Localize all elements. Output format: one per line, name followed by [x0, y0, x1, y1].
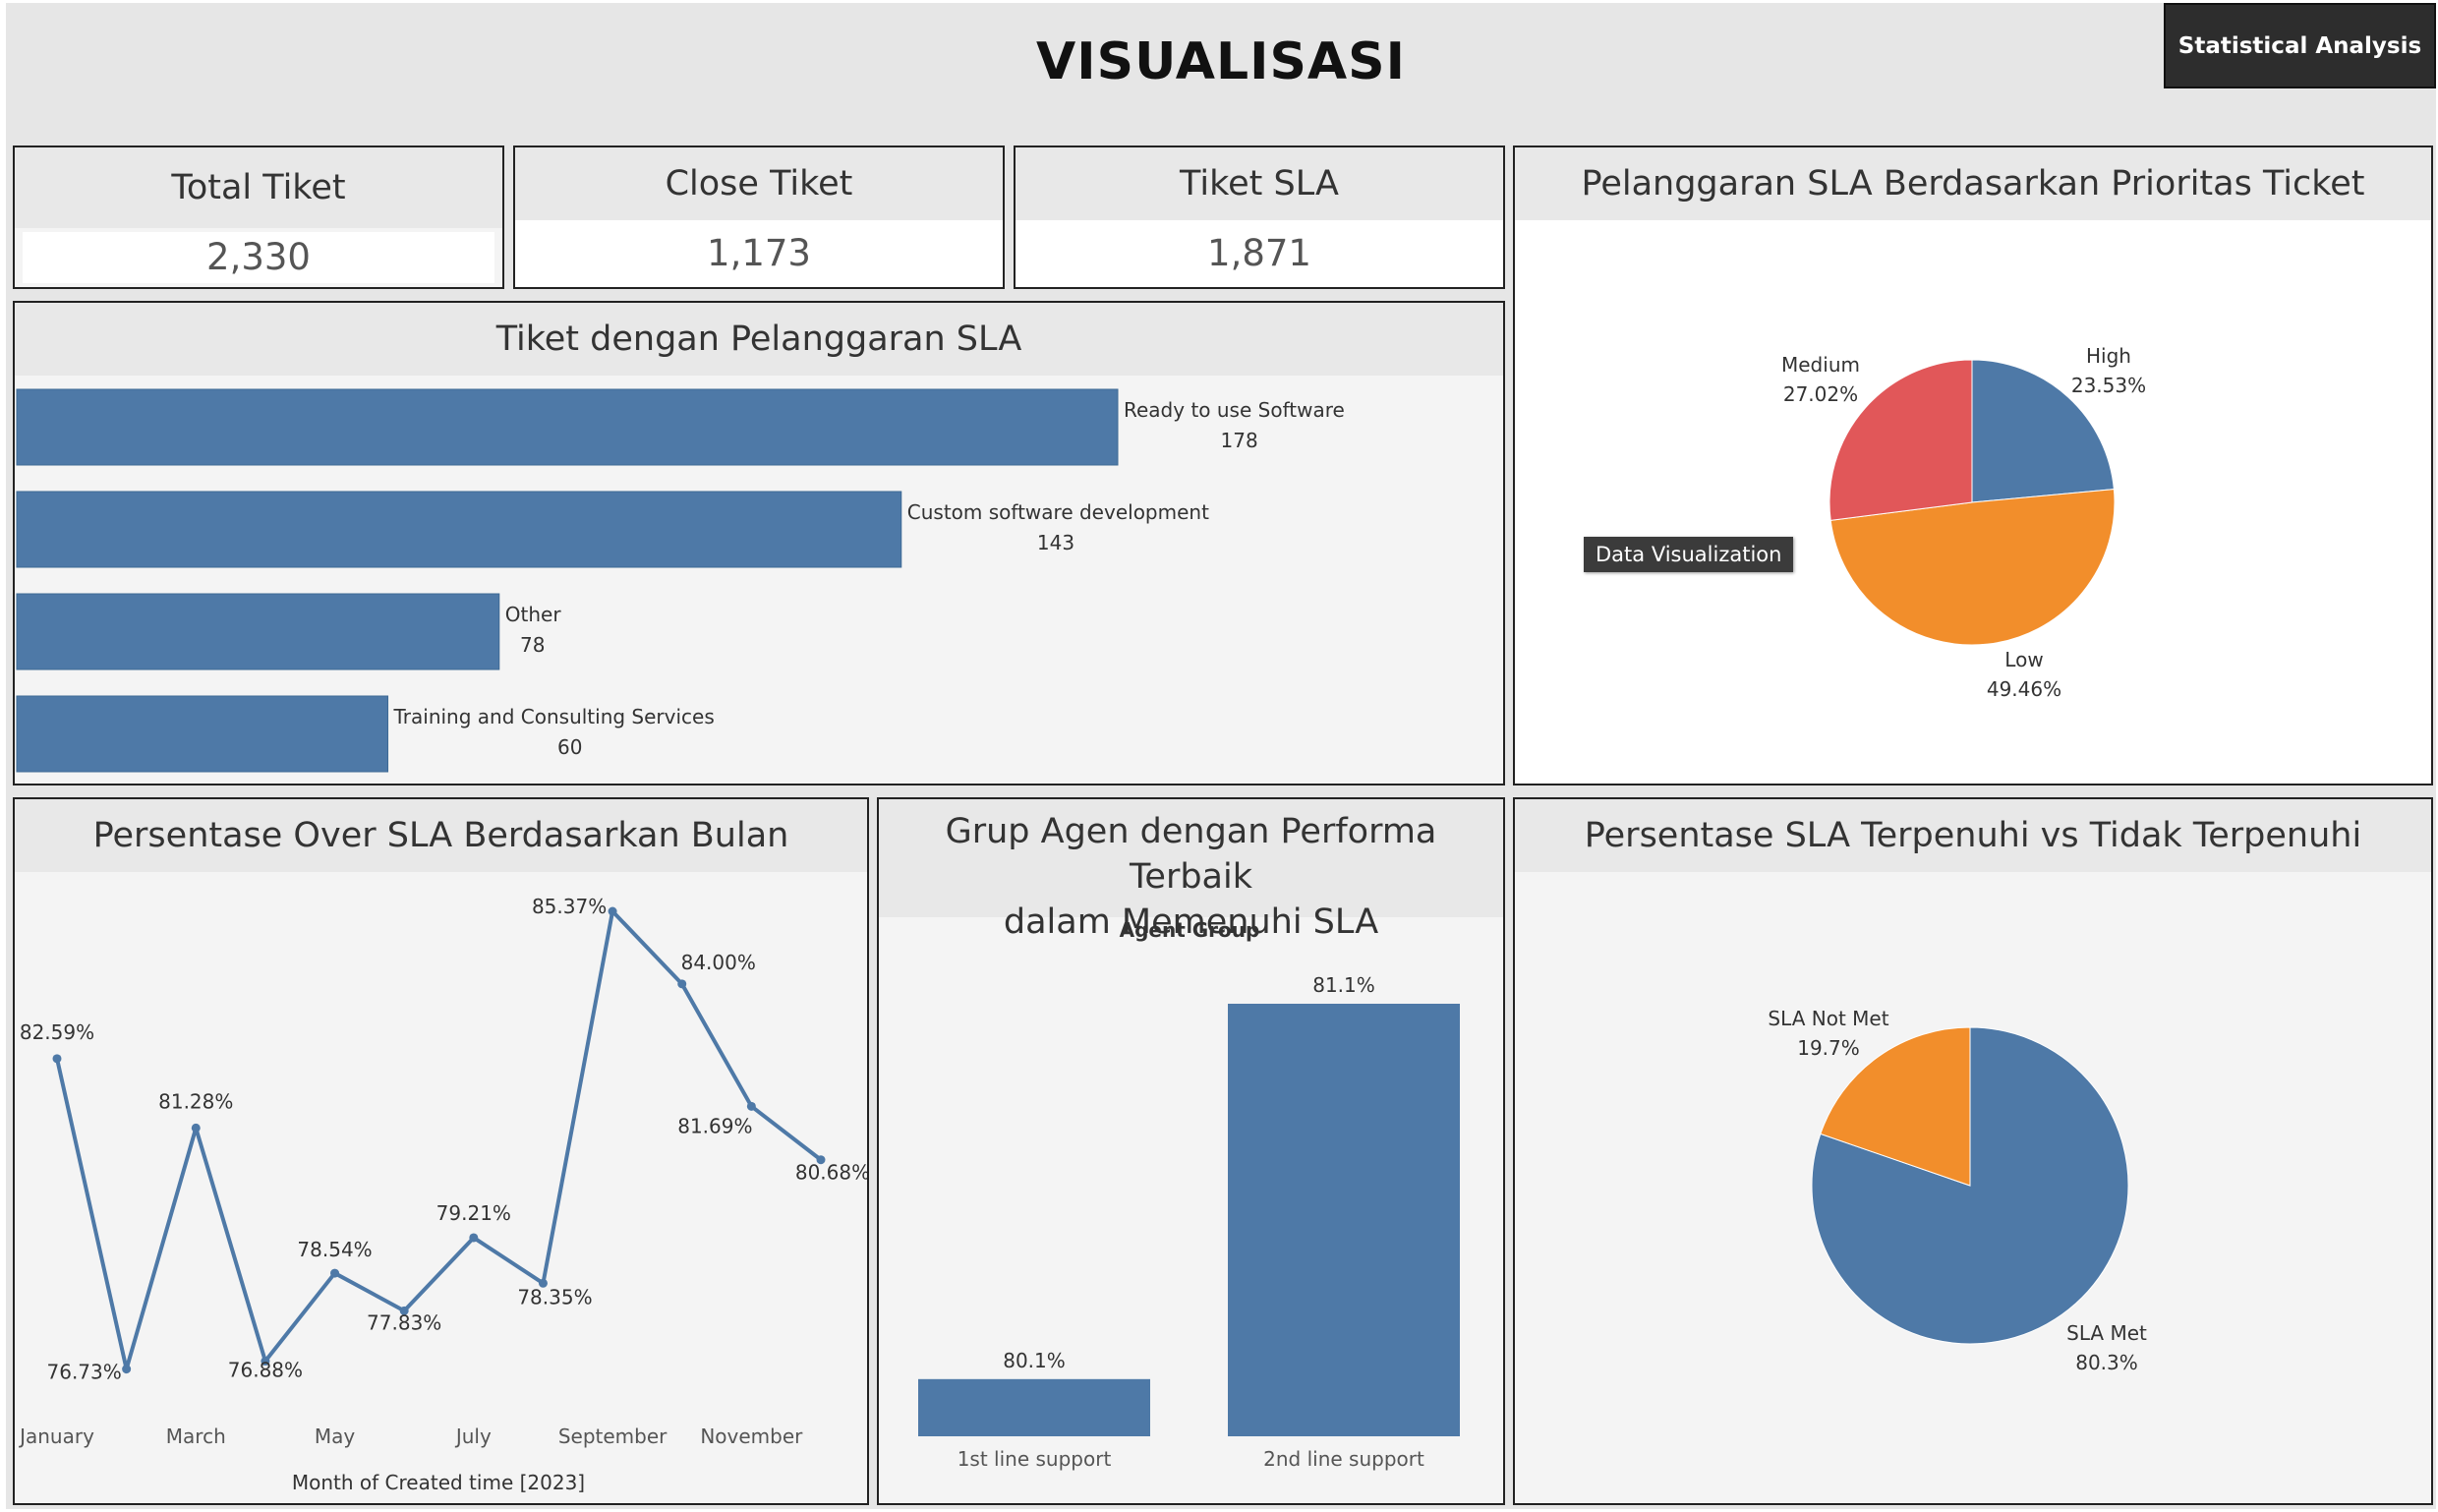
line-point	[330, 1268, 340, 1278]
line-series	[55, 909, 823, 1371]
x-tick-label: 1st line support	[958, 1447, 1112, 1471]
bar	[16, 491, 902, 568]
line-point	[52, 1054, 62, 1064]
bar-value-label: 60	[557, 735, 582, 759]
agent-group-panel: Grup Agen dengan Performa Terbaik dalam …	[877, 797, 1505, 1505]
kpi-value: 1,871	[1016, 220, 1503, 287]
chart-header-label: Agent Group	[1120, 918, 1260, 942]
monthly-line-chart: 82.59% 76.73% 81.28% 76.88% 78.54% 77.83% 79.2…	[18, 895, 867, 1494]
bar	[918, 1378, 1150, 1436]
pie-slice-value: 49.46%	[1987, 677, 2061, 701]
sla-pie-chart: SLA Met 80.3% SLA Not Met 19.7%	[1768, 1007, 2147, 1374]
x-axis-title: Month of Created time [2023]	[292, 1471, 585, 1494]
agent-group-bar-chart: Agent Group 80.1% 1st line support 81.1% 2nd…	[918, 918, 1460, 1471]
kpi-value: 2,330	[23, 232, 494, 283]
line-point-label: 76.73%	[47, 1361, 122, 1384]
priority-pie-panel: Pelanggaran SLA Berdasarkan Prioritas Ti…	[1513, 145, 2433, 785]
pie-slice-value: 23.53%	[2071, 374, 2146, 397]
kpi-label: Tiket SLA	[1016, 147, 1503, 220]
bar-value-label: 178	[1221, 429, 1258, 452]
line-point-label: 78.54%	[297, 1238, 372, 1261]
page-title: VISUALISASI	[1036, 32, 1406, 91]
dashboard-canvas: VISUALISASI Statistical Analysis Total T…	[6, 3, 2436, 1509]
bar-category-label: Other	[505, 603, 562, 626]
x-tick-label: January	[18, 1425, 94, 1448]
violations-bar-chart: Ready to use Software 178 Custom software …	[16, 388, 1345, 773]
bar-value-label: 143	[1037, 531, 1074, 554]
sla-pie-panel: Persentase SLA Terpenuhi vs Tidak Terpen…	[1513, 797, 2433, 1505]
kpi-total-tiket: Total Tiket 2,330	[13, 145, 504, 289]
bar-category-label: Training and Consulting Services	[393, 705, 715, 728]
bar	[1228, 1004, 1460, 1436]
pie-slice-label: SLA Not Met	[1768, 1007, 1888, 1030]
monthly-line-panel: Persentase Over SLA Berdasarkan Bulan 82…	[13, 797, 869, 1505]
line-point-label: 81.69%	[677, 1114, 752, 1137]
x-tick-label: July	[454, 1425, 492, 1448]
line-point	[746, 1101, 756, 1111]
bar	[16, 695, 389, 773]
x-tick-label: March	[166, 1425, 226, 1448]
line-point	[608, 906, 617, 916]
bar-value-label: 81.1%	[1312, 973, 1375, 997]
line-point-label: 77.83%	[367, 1310, 441, 1334]
bar-category-label: Custom software development	[907, 500, 1209, 524]
kpi-label: Total Tiket	[15, 147, 502, 228]
line-point	[191, 1123, 201, 1133]
violations-bar-chart-panel: Tiket dengan Pelanggaran SLA Ready to us…	[13, 301, 1505, 785]
line-point-label: 84.00%	[681, 951, 756, 974]
statistical-analysis-button[interactable]: Statistical Analysis	[2164, 3, 2436, 88]
pie-slice-label: SLA Met	[2066, 1321, 2147, 1345]
bar-category-label: Ready to use Software	[1124, 398, 1345, 422]
kpi-label: Close Tiket	[515, 147, 1003, 220]
line-point-label: 80.68%	[795, 1161, 867, 1185]
x-tick-label: September	[558, 1425, 668, 1448]
line-point	[122, 1365, 132, 1374]
pie-slice-value: 80.3%	[2075, 1351, 2138, 1374]
line-point-label: 76.88%	[228, 1359, 303, 1382]
pie-slice-label: High	[2086, 344, 2131, 368]
kpi-value: 1,173	[515, 220, 1003, 287]
x-tick-label: May	[315, 1425, 356, 1448]
line-point	[677, 979, 687, 989]
kpi-close-tiket: Close Tiket 1,173	[513, 145, 1005, 289]
bar	[16, 388, 1119, 466]
pie-slice-value: 19.7%	[1797, 1036, 1860, 1060]
bar-value-label: 80.1%	[1003, 1349, 1066, 1372]
priority-pie-chart: High 23.53% Low 49.46% Medium 27.02%	[1781, 344, 2146, 701]
line-point-label: 78.35%	[517, 1285, 592, 1308]
pie-slice-label: Medium	[1781, 353, 1860, 377]
pie-slice-value: 27.02%	[1783, 382, 1858, 406]
pie-slice-label: Low	[2004, 648, 2043, 671]
line-point	[469, 1233, 479, 1243]
data-visualization-tooltip[interactable]: Data Visualization	[1584, 537, 1794, 572]
bar-value-label: 78	[520, 633, 545, 657]
bar	[16, 593, 500, 670]
x-tick-label: November	[700, 1425, 803, 1448]
line-point-label: 81.28%	[158, 1089, 233, 1113]
line-point-label: 85.37%	[532, 895, 607, 918]
x-tick-label: 2nd line support	[1263, 1447, 1424, 1471]
line-point-label: 82.59%	[20, 1020, 94, 1044]
line-point-label: 79.21%	[436, 1201, 511, 1225]
kpi-tiket-sla: Tiket SLA 1,871	[1014, 145, 1505, 289]
